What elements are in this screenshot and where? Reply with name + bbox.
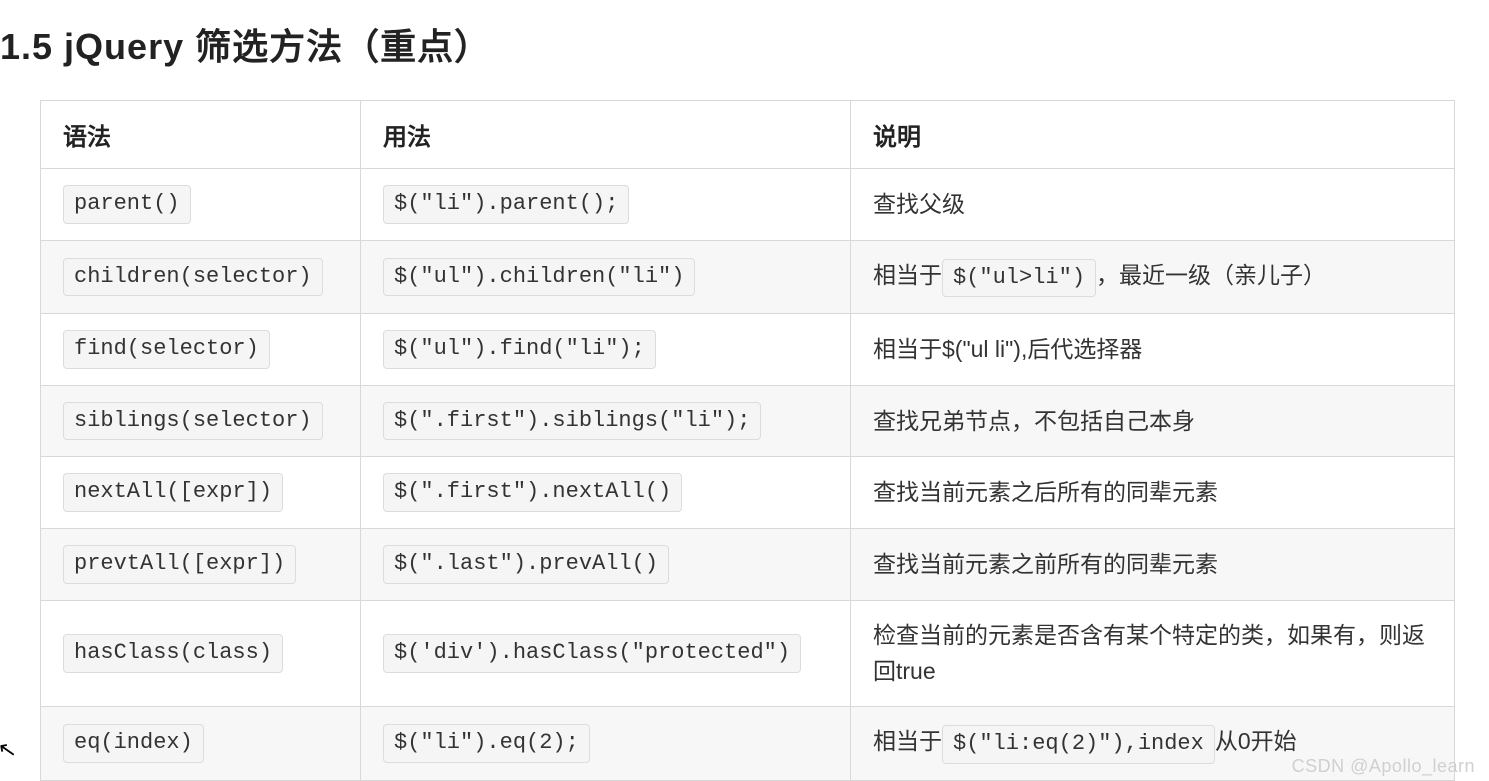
syntax-code: prevtAll([expr]) — [63, 545, 296, 584]
usage-code: $('div').hasClass("protected") — [383, 634, 801, 673]
cell-desc: 查找当前元素之前所有的同辈元素 — [851, 528, 1455, 600]
table-row: nextAll([expr]) $(".first").nextAll() 查找当前… — [41, 457, 1455, 529]
cell-usage: $(".first").siblings("li"); — [361, 385, 851, 457]
table-row: prevtAll([expr]) $(".last").prevAll() 查找当前… — [41, 528, 1455, 600]
table-row: eq(index) $("li").eq(2); 相当于$("li:eq(2)"),… — [41, 707, 1455, 781]
desc-fragment: 检查当前的元素是否含有某个特定的类，如果有，则返回true — [873, 622, 1425, 685]
desc-text: 查找当前元素之后所有的同辈元素 — [873, 479, 1218, 505]
cell-desc: 查找父级 — [851, 169, 1455, 241]
cell-usage: $('div').hasClass("protected") — [361, 600, 851, 707]
table-row: find(selector) $("ul").find("li"); 相当于$("u… — [41, 314, 1455, 386]
cell-syntax: prevtAll([expr]) — [41, 528, 361, 600]
usage-code: $(".last").prevAll() — [383, 545, 669, 584]
syntax-code: eq(index) — [63, 724, 204, 763]
desc-text: 相当于$("ul li"),后代选择器 — [873, 336, 1142, 362]
usage-code: $("li").parent(); — [383, 185, 629, 224]
desc-fragment: 查找当前元素之前所有的同辈元素 — [873, 551, 1218, 577]
desc-fragment: 查找父级 — [873, 191, 965, 217]
cell-syntax: nextAll([expr]) — [41, 457, 361, 529]
table-container: 语法 用法 说明 parent() $("li").parent(); 查找父级 ch… — [0, 100, 1489, 781]
syntax-code: find(selector) — [63, 330, 270, 369]
syntax-code: parent() — [63, 185, 191, 224]
header-syntax: 语法 — [41, 101, 361, 169]
section-heading: 1.5 jQuery 筛选方法（重点） — [0, 0, 1489, 100]
desc-fragment: 查找兄弟节点，不包括自己本身 — [873, 408, 1195, 434]
cell-syntax: hasClass(class) — [41, 600, 361, 707]
table-row: parent() $("li").parent(); 查找父级 — [41, 169, 1455, 241]
cell-syntax: siblings(selector) — [41, 385, 361, 457]
methods-table: 语法 用法 说明 parent() $("li").parent(); 查找父级 ch… — [40, 100, 1455, 781]
cell-usage: $("ul").find("li"); — [361, 314, 851, 386]
table-row: hasClass(class) $('div').hasClass("protec… — [41, 600, 1455, 707]
cell-desc: 查找兄弟节点，不包括自己本身 — [851, 385, 1455, 457]
cell-desc: 检查当前的元素是否含有某个特定的类，如果有，则返回true — [851, 600, 1455, 707]
cell-desc: 相当于$("ul li"),后代选择器 — [851, 314, 1455, 386]
cell-usage: $(".last").prevAll() — [361, 528, 851, 600]
cell-desc: 相当于$("li:eq(2)"),index从0开始 — [851, 707, 1455, 781]
table-row: children(selector) $("ul").children("li")… — [41, 240, 1455, 314]
header-desc: 说明 — [851, 101, 1455, 169]
syntax-code: siblings(selector) — [63, 402, 323, 441]
syntax-code: children(selector) — [63, 258, 323, 297]
cell-syntax: parent() — [41, 169, 361, 241]
table-header-row: 语法 用法 说明 — [41, 101, 1455, 169]
desc-fragment: 相当于$("ul li"),后代选择器 — [873, 336, 1142, 362]
header-usage: 用法 — [361, 101, 851, 169]
table-row: siblings(selector) $(".first").siblings("… — [41, 385, 1455, 457]
desc-fragment: 相当于 — [873, 728, 942, 754]
syntax-code: hasClass(class) — [63, 634, 283, 673]
syntax-code: nextAll([expr]) — [63, 473, 283, 512]
desc-text: 检查当前的元素是否含有某个特定的类，如果有，则返回true — [873, 622, 1425, 685]
desc-fragment: 从0开始 — [1215, 728, 1297, 754]
usage-code: $("li").eq(2); — [383, 724, 590, 763]
cell-syntax: eq(index) — [41, 707, 361, 781]
desc-text: 查找父级 — [873, 191, 965, 217]
cell-desc: 查找当前元素之后所有的同辈元素 — [851, 457, 1455, 529]
usage-code: $(".first").nextAll() — [383, 473, 682, 512]
cell-syntax: find(selector) — [41, 314, 361, 386]
desc-text: 查找当前元素之前所有的同辈元素 — [873, 551, 1218, 577]
usage-code: $("ul").find("li"); — [383, 330, 656, 369]
desc-code: $("ul>li") — [942, 259, 1096, 298]
cell-desc: 相当于$("ul>li")，最近一级（亲儿子） — [851, 240, 1455, 314]
usage-code: $("ul").children("li") — [383, 258, 695, 297]
desc-text: 相当于$("li:eq(2)"),index从0开始 — [873, 728, 1297, 754]
desc-text: 相当于$("ul>li")，最近一级（亲儿子） — [873, 262, 1326, 288]
cell-usage: $("ul").children("li") — [361, 240, 851, 314]
desc-fragment: 查找当前元素之后所有的同辈元素 — [873, 479, 1218, 505]
desc-text: 查找兄弟节点，不包括自己本身 — [873, 408, 1195, 434]
cell-usage: $("li").parent(); — [361, 169, 851, 241]
cell-usage: $(".first").nextAll() — [361, 457, 851, 529]
desc-fragment: ，最近一级（亲儿子） — [1096, 262, 1326, 288]
cell-syntax: children(selector) — [41, 240, 361, 314]
usage-code: $(".first").siblings("li"); — [383, 402, 761, 441]
desc-code: $("li:eq(2)"),index — [942, 725, 1215, 764]
cell-usage: $("li").eq(2); — [361, 707, 851, 781]
desc-fragment: 相当于 — [873, 262, 942, 288]
